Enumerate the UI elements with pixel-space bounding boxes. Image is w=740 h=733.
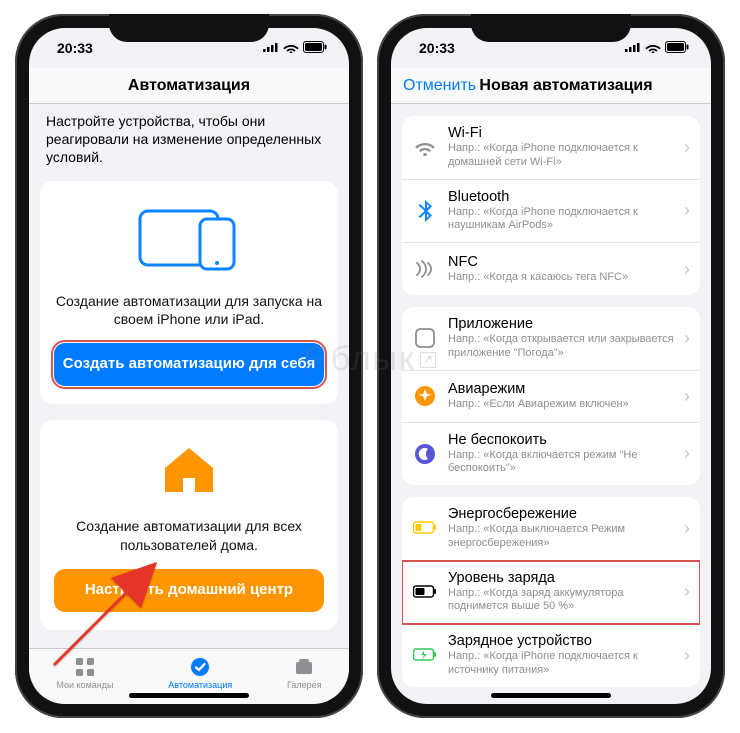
tab-gallery-label: Галерея	[287, 680, 322, 690]
tab-auto-label: Автоматизация	[168, 680, 232, 690]
create-personal-automation-button[interactable]: Создать автоматизацию для себя	[54, 343, 324, 386]
trigger-wifi[interactable]: Wi-FiНапр.: «Когда iPhone подключается к…	[402, 116, 700, 180]
status-time: 20:33	[419, 40, 455, 56]
trigger-nfc[interactable]: NFCНапр.: «Когда я касаюсь тега NFC» ›	[402, 243, 700, 295]
status-time: 20:33	[57, 40, 93, 56]
wifi-icon	[645, 40, 661, 56]
phone-right: 20:33 Отменить Новая автоматизация Wi-Fi…	[377, 14, 725, 718]
chevron-right-icon: ›	[684, 328, 690, 349]
battery-level-icon	[412, 585, 438, 599]
personal-automation-card: Создание автоматизации для запуска на св…	[40, 181, 338, 405]
trigger-dnd[interactable]: Не беспокоитьНапр.: «Когда включается ре…	[402, 423, 700, 486]
chevron-right-icon: ›	[684, 645, 690, 666]
charger-icon	[412, 648, 438, 662]
chevron-right-icon: ›	[684, 386, 690, 407]
chevron-right-icon: ›	[684, 443, 690, 464]
low-power-icon	[412, 521, 438, 535]
nav-bar: Отменить Новая автоматизация	[391, 68, 711, 104]
chevron-right-icon: ›	[684, 137, 690, 158]
home-automation-card: Создание автоматизации для всех пользова…	[40, 420, 338, 630]
trigger-airplane[interactable]: АвиарежимНапр.: «Если Авиарежим включен»…	[402, 371, 700, 423]
intro-text: Настройте устройства, чтобы они реагиров…	[40, 104, 338, 181]
airplane-icon	[412, 385, 438, 407]
home-indicator	[491, 693, 611, 698]
card1-text: Создание автоматизации для запуска на св…	[54, 292, 324, 330]
wifi-icon	[412, 138, 438, 156]
trigger-app[interactable]: ПриложениеНапр.: «Когда открывается или …	[402, 307, 700, 371]
notch	[471, 14, 631, 42]
nav-title: Новая автоматизация	[479, 77, 652, 95]
devices-icon	[134, 205, 244, 276]
trigger-charger[interactable]: Зарядное устройствоНапр.: «Когда iPhone …	[402, 624, 700, 687]
battery-icon	[303, 40, 327, 56]
trigger-group-settings: ПриложениеНапр.: «Когда открывается или …	[402, 307, 700, 485]
bluetooth-icon	[412, 200, 438, 222]
tab-my-shortcuts[interactable]: Мои команды	[56, 656, 113, 690]
wifi-icon	[283, 40, 299, 56]
phone-left: 20:33 Автоматизация Настройте устройства…	[15, 14, 363, 718]
nav-bar: Автоматизация	[29, 68, 349, 104]
nfc-icon	[412, 260, 438, 278]
tab-gallery[interactable]: Галерея	[287, 656, 322, 690]
signal-icon	[263, 40, 279, 56]
moon-icon	[412, 443, 438, 465]
battery-icon	[665, 40, 689, 56]
chevron-right-icon: ›	[684, 259, 690, 280]
app-icon	[412, 328, 438, 348]
trigger-bluetooth[interactable]: BluetoothНапр.: «Когда iPhone подключает…	[402, 180, 700, 244]
tab-my-label: Мои команды	[56, 680, 113, 690]
trigger-group-connectivity: Wi-FiНапр.: «Когда iPhone подключается к…	[402, 116, 700, 295]
home-indicator	[129, 693, 249, 698]
tab-automation[interactable]: Автоматизация	[168, 656, 232, 690]
card2-text: Создание автоматизации для всех пользова…	[54, 517, 324, 555]
trigger-low-power[interactable]: ЭнергосбережениеНапр.: «Когда выключаетс…	[402, 497, 700, 561]
nav-title: Автоматизация	[128, 77, 250, 95]
trigger-group-battery: ЭнергосбережениеНапр.: «Когда выключаетс…	[402, 497, 700, 687]
trigger-battery-level[interactable]: Уровень зарядаНапр.: «Когда заряд аккуму…	[402, 561, 700, 625]
home-icon	[161, 444, 217, 501]
cancel-button[interactable]: Отменить	[403, 77, 476, 95]
chevron-right-icon: ›	[684, 200, 690, 221]
chevron-right-icon: ›	[684, 518, 690, 539]
setup-home-hub-button[interactable]: Настроить домашний центр	[54, 569, 324, 612]
signal-icon	[625, 40, 641, 56]
chevron-right-icon: ›	[684, 581, 690, 602]
notch	[109, 14, 269, 42]
